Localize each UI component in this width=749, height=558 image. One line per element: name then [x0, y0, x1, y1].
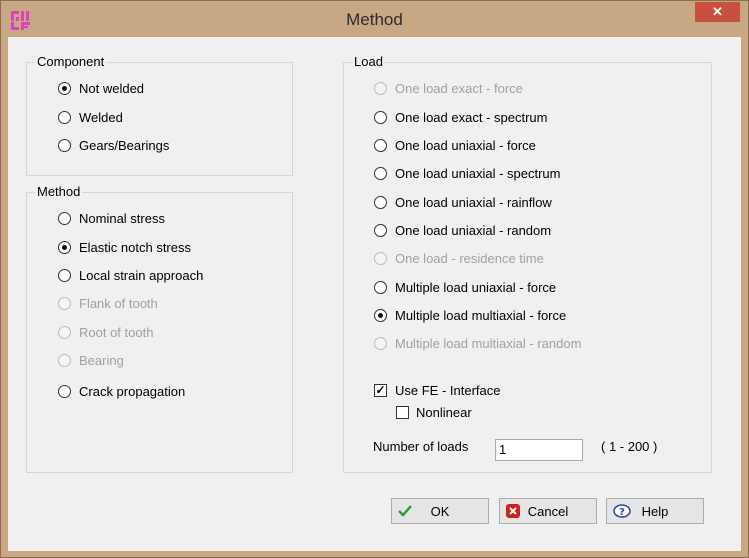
label-welded: Welded: [79, 109, 123, 125]
load-option-one-uniaxial-force[interactable]: One load uniaxial - force: [374, 136, 536, 154]
title-bar[interactable]: Method ✕: [1, 1, 748, 37]
component-group: Component Not welded Welded Gears/Bearin…: [26, 54, 293, 176]
label-multiple-multiaxial-force: Multiple load multiaxial - force: [395, 307, 567, 323]
radio-elastic-notch-stress[interactable]: [58, 240, 71, 254]
label-local-strain: Local strain approach: [79, 267, 204, 283]
close-button[interactable]: ✕: [695, 2, 740, 22]
load-group: Load One load exact - force One load exa…: [343, 54, 712, 473]
use-fe-interface-checkbox[interactable]: ✓: [374, 383, 387, 397]
load-option-one-uniaxial-spectrum[interactable]: One load uniaxial - spectrum: [374, 164, 560, 182]
number-of-loads-input[interactable]: 1: [495, 439, 583, 461]
load-option-one-uniaxial-rainflow[interactable]: One load uniaxial - rainflow: [374, 193, 552, 211]
radio-root-of-tooth: [58, 325, 71, 339]
label-multiple-uniaxial-force: Multiple load uniaxial - force: [395, 279, 557, 295]
method-option-flank-of-tooth: Flank of tooth: [58, 294, 158, 312]
load-option-multiple-multiaxial-force[interactable]: Multiple load multiaxial - force: [374, 306, 566, 324]
cancel-button-label: Cancel: [527, 504, 569, 519]
radio-multiple-multiaxial-force[interactable]: [374, 308, 387, 322]
radio-flank-of-tooth: [58, 296, 71, 310]
number-of-loads-label: Number of loads: [373, 439, 469, 454]
dialog-window: Method ✕ Component Not welded Welded Gea…: [0, 0, 749, 558]
method-option-elastic-notch-stress[interactable]: Elastic notch stress: [58, 238, 191, 256]
label-multiple-multiaxial-random: Multiple load multiaxial - random: [395, 335, 582, 351]
label-flank-of-tooth: Flank of tooth: [79, 295, 158, 311]
method-group: Method Nominal stress Elastic notch stre…: [26, 184, 293, 473]
label-not-welded: Not welded: [79, 80, 145, 96]
use-fe-interface-row[interactable]: ✓ Use FE - Interface: [374, 381, 500, 399]
label-crack-propagation: Crack propagation: [79, 383, 186, 399]
radio-one-uniaxial-spectrum[interactable]: [374, 166, 387, 180]
method-option-crack-propagation[interactable]: Crack propagation: [58, 382, 185, 400]
radio-gears-bearings[interactable]: [58, 138, 71, 152]
load-option-one-residence-time: One load - residence time: [374, 249, 544, 267]
component-option-welded[interactable]: Welded: [58, 108, 123, 126]
radio-one-uniaxial-rainflow[interactable]: [374, 195, 387, 209]
label-one-exact-force: One load exact - force: [395, 80, 523, 96]
cancel-button[interactable]: Cancel: [499, 498, 597, 524]
label-one-uniaxial-random: One load uniaxial - random: [395, 222, 552, 238]
label-one-exact-spectrum: One load exact - spectrum: [395, 109, 548, 125]
help-button-label: Help: [641, 504, 669, 519]
load-group-title: Load: [352, 54, 385, 69]
radio-welded[interactable]: [58, 110, 71, 124]
help-button[interactable]: ? Help: [606, 498, 704, 524]
component-option-not-welded[interactable]: Not welded: [58, 79, 144, 97]
load-option-one-exact-spectrum[interactable]: One load exact - spectrum: [374, 108, 547, 126]
nonlinear-label: Nonlinear: [416, 404, 472, 420]
load-option-one-exact-force: One load exact - force: [374, 79, 523, 97]
method-group-title: Method: [35, 184, 83, 199]
label-one-uniaxial-force: One load uniaxial - force: [395, 137, 536, 153]
dialog-body: Component Not welded Welded Gears/Bearin…: [8, 37, 741, 551]
method-option-root-of-tooth: Root of tooth: [58, 323, 153, 341]
radio-nominal-stress[interactable]: [58, 211, 71, 225]
label-one-uniaxial-spectrum: One load uniaxial - spectrum: [395, 165, 561, 181]
radio-one-residence-time: [374, 251, 387, 265]
ok-button[interactable]: OK: [391, 498, 489, 524]
label-one-residence-time: One load - residence time: [395, 250, 544, 266]
radio-not-welded[interactable]: [58, 81, 71, 95]
label-one-uniaxial-rainflow: One load uniaxial - rainflow: [395, 194, 552, 210]
radio-multiple-uniaxial-force[interactable]: [374, 280, 387, 294]
load-option-one-uniaxial-random[interactable]: One load uniaxial - random: [374, 221, 551, 239]
label-elastic-notch-stress: Elastic notch stress: [79, 239, 191, 255]
radio-one-exact-force: [374, 81, 387, 95]
nonlinear-checkbox[interactable]: [396, 405, 409, 419]
load-option-multiple-uniaxial-force[interactable]: Multiple load uniaxial - force: [374, 278, 556, 296]
radio-local-strain[interactable]: [58, 268, 71, 282]
radio-one-uniaxial-random[interactable]: [374, 223, 387, 237]
component-option-gears-bearings[interactable]: Gears/Bearings: [58, 136, 169, 154]
label-bearing: Bearing: [79, 352, 124, 368]
load-option-multiple-multiaxial-random: Multiple load multiaxial - random: [374, 334, 581, 352]
component-group-title: Component: [35, 54, 107, 69]
radio-one-uniaxial-force[interactable]: [374, 138, 387, 152]
number-of-loads-range: ( 1 - 200 ): [601, 439, 658, 454]
window-title: Method: [346, 10, 403, 29]
radio-crack-propagation[interactable]: [58, 384, 71, 398]
radio-multiple-multiaxial-random: [374, 336, 387, 350]
nonlinear-row[interactable]: Nonlinear: [396, 403, 472, 421]
method-option-local-strain[interactable]: Local strain approach: [58, 266, 203, 284]
use-fe-interface-label: Use FE - Interface: [395, 382, 501, 398]
method-option-nominal-stress[interactable]: Nominal stress: [58, 209, 165, 227]
label-gears-bearings: Gears/Bearings: [79, 137, 170, 153]
radio-bearing: [58, 353, 71, 367]
ok-button-label: OK: [430, 504, 450, 519]
method-option-bearing: Bearing: [58, 351, 124, 369]
radio-one-exact-spectrum[interactable]: [374, 110, 387, 124]
label-nominal-stress: Nominal stress: [79, 210, 165, 226]
label-root-of-tooth: Root of tooth: [79, 324, 154, 340]
